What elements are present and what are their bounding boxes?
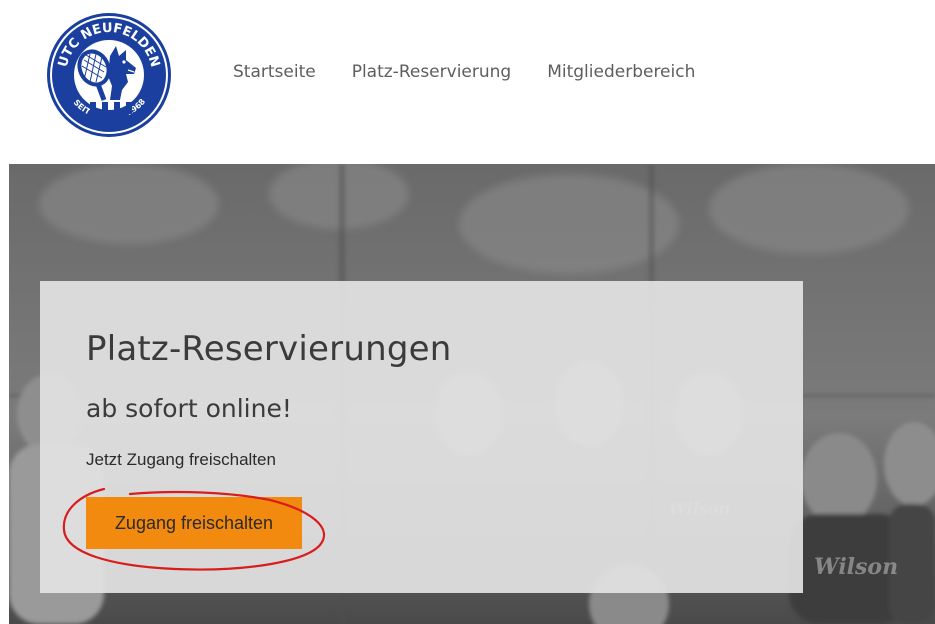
site-header: UTC NEUFELDEN SEIT 1968 (0, 0, 935, 164)
club-logo[interactable]: UTC NEUFELDEN SEIT 1968 (46, 12, 172, 138)
hero-subtitle: ab sofort online! (86, 394, 292, 423)
svg-text:Wilson: Wilson (814, 554, 898, 580)
nav-item-mitgliederbereich[interactable]: Mitgliederbereich (547, 62, 695, 82)
hero-card: Platz-Reservierungen ab sofort online! J… (40, 281, 803, 593)
nav-item-platz-reservierung[interactable]: Platz-Reservierung (352, 62, 512, 82)
unlock-access-button[interactable]: Zugang freischalten (86, 497, 302, 549)
page: UTC NEUFELDEN SEIT 1968 (0, 0, 935, 624)
nav-item-startseite[interactable]: Startseite (233, 62, 316, 82)
hero-title: Platz-Reservierungen (86, 329, 452, 369)
hero-text: Jetzt Zugang freischalten (86, 450, 276, 469)
main-nav: Startseite Platz-Reservierung Mitglieder… (233, 62, 731, 82)
hero-section: Wilson Wilson Platz-Reservierungen ab so… (9, 164, 935, 624)
